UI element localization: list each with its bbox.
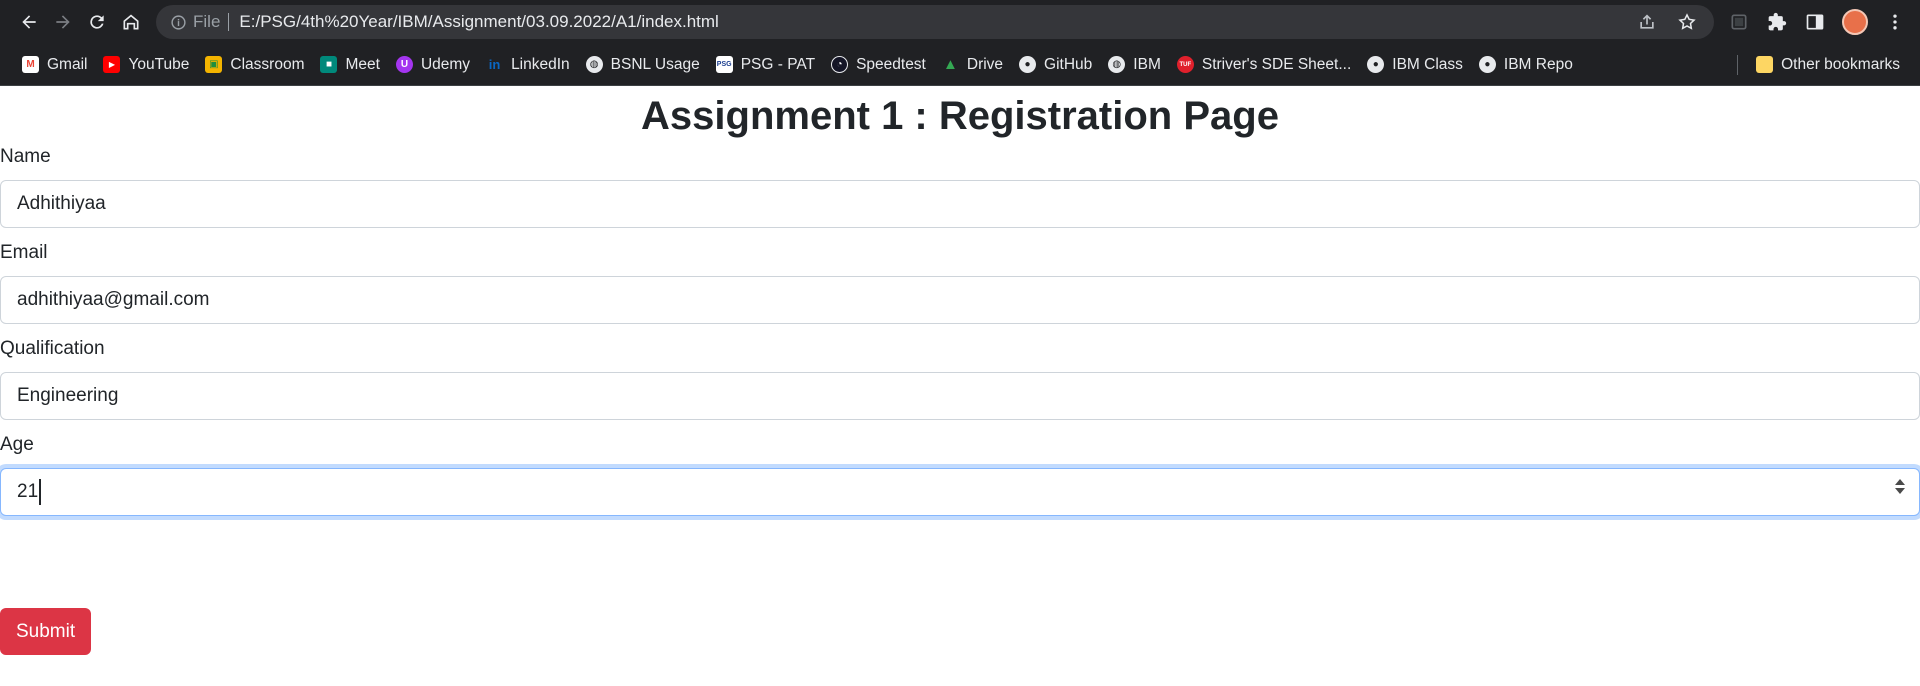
home-icon[interactable] (114, 5, 148, 39)
bookmark-bsnl-usage[interactable]: ◍ BSNL Usage (580, 56, 710, 74)
side-panel-icon[interactable] (1798, 5, 1832, 39)
bookmark-strivers-sde-sheet[interactable]: TUF Striver's SDE Sheet... (1171, 56, 1361, 74)
more-menu-icon[interactable] (1878, 5, 1912, 39)
bookmark-youtube[interactable]: ▶ YouTube (97, 56, 199, 74)
url-scheme-label: File (193, 12, 221, 31)
globe-icon: ◍ (585, 56, 603, 73)
bookmark-linkedin[interactable]: in LinkedIn (480, 56, 580, 74)
address-separator (228, 13, 230, 31)
tuf-icon: TUF (1176, 56, 1194, 73)
bookmark-udemy[interactable]: U Udemy (390, 56, 480, 74)
text-caret (39, 479, 42, 505)
qualification-label: Qualification (0, 338, 105, 359)
classroom-icon: ▣ (205, 56, 223, 73)
browser-toolbar: File E:/PSG/4th%20Year/IBM/Assignment/03… (0, 0, 1920, 44)
email-label: Email (0, 242, 48, 263)
github-icon: ● (1019, 56, 1037, 73)
bookmark-meet[interactable]: ■ Meet (314, 56, 389, 74)
bookmarks-bar: M Gmail ▶ YouTube ▣ Classroom ■ Meet U U… (0, 44, 1920, 86)
other-bookmarks[interactable]: Other bookmarks (1750, 56, 1910, 74)
spin-down-icon[interactable] (1895, 488, 1905, 494)
gmail-icon: M (22, 56, 39, 73)
reload-icon[interactable] (80, 5, 114, 39)
drive-icon: ▲ (942, 56, 958, 73)
name-input[interactable]: Adhithiyaa (0, 180, 1920, 228)
bookmarks-divider (1737, 54, 1739, 75)
speedtest-icon: ◔ (831, 56, 849, 73)
spin-up-icon[interactable] (1895, 479, 1905, 485)
site-info[interactable]: File (170, 12, 220, 32)
share-icon[interactable] (1630, 7, 1664, 37)
bookmark-star-icon[interactable] (1670, 7, 1704, 37)
email-field: Email adhithiyaa@gmail.com (0, 238, 1920, 324)
name-label: Name (0, 146, 51, 167)
bookmark-psg-pat[interactable]: PSG PSG - PAT (710, 56, 825, 74)
name-value: Adhithiyaa (17, 193, 106, 214)
bookmark-speedtest[interactable]: ◔ Speedtest (825, 56, 936, 74)
psg-icon: PSG (715, 56, 733, 73)
globe-icon: ◍ (1108, 56, 1126, 73)
address-bar[interactable]: File E:/PSG/4th%20Year/IBM/Assignment/03… (156, 5, 1714, 39)
bookmark-ibm-class[interactable]: ● IBM Class (1361, 56, 1473, 74)
name-field: Name Adhithiyaa (0, 142, 1920, 228)
bookmark-drive[interactable]: ▲ Drive (936, 56, 1013, 74)
bookmark-classroom[interactable]: ▣ Classroom (199, 56, 314, 74)
forward-icon[interactable] (46, 5, 80, 39)
qualification-input[interactable]: Engineering (0, 372, 1920, 420)
age-field: Age 21 (0, 430, 1920, 516)
github-icon: ● (1478, 56, 1496, 73)
number-spinner[interactable] (1895, 479, 1905, 494)
bookmark-ibm-repo[interactable]: ● IBM Repo (1473, 56, 1583, 74)
age-input[interactable]: 21 (0, 468, 1920, 516)
extension-placeholder-icon[interactable] (1722, 5, 1756, 39)
linkedin-icon: in (486, 56, 504, 73)
bookmark-github[interactable]: ● GitHub (1013, 56, 1102, 74)
page-content: Assignment 1 : Registration Page Name Ad… (0, 90, 1920, 686)
back-icon[interactable] (12, 5, 46, 39)
page-title: Assignment 1 : Registration Page (641, 94, 1279, 138)
profile-avatar[interactable] (1842, 9, 1868, 35)
bookmark-ibm[interactable]: ◍ IBM (1102, 56, 1171, 74)
email-value: adhithiyaa@gmail.com (17, 289, 210, 310)
age-label: Age (0, 434, 34, 455)
qualification-field: Qualification Engineering (0, 334, 1920, 420)
url-text[interactable]: E:/PSG/4th%20Year/IBM/Assignment/03.09.2… (239, 12, 1630, 32)
email-input[interactable]: adhithiyaa@gmail.com (0, 276, 1920, 324)
extensions-puzzle-icon[interactable] (1760, 5, 1794, 39)
age-value: 21 (17, 481, 39, 502)
bookmark-gmail[interactable]: M Gmail (16, 56, 97, 74)
folder-icon (1756, 56, 1774, 73)
udemy-icon: U (395, 56, 413, 73)
qualification-value: Engineering (17, 385, 119, 406)
meet-icon: ■ (320, 56, 338, 73)
github-icon: ● (1367, 56, 1385, 73)
submit-button[interactable]: Submit (0, 608, 92, 655)
youtube-icon: ▶ (103, 56, 121, 73)
info-icon (171, 14, 186, 30)
